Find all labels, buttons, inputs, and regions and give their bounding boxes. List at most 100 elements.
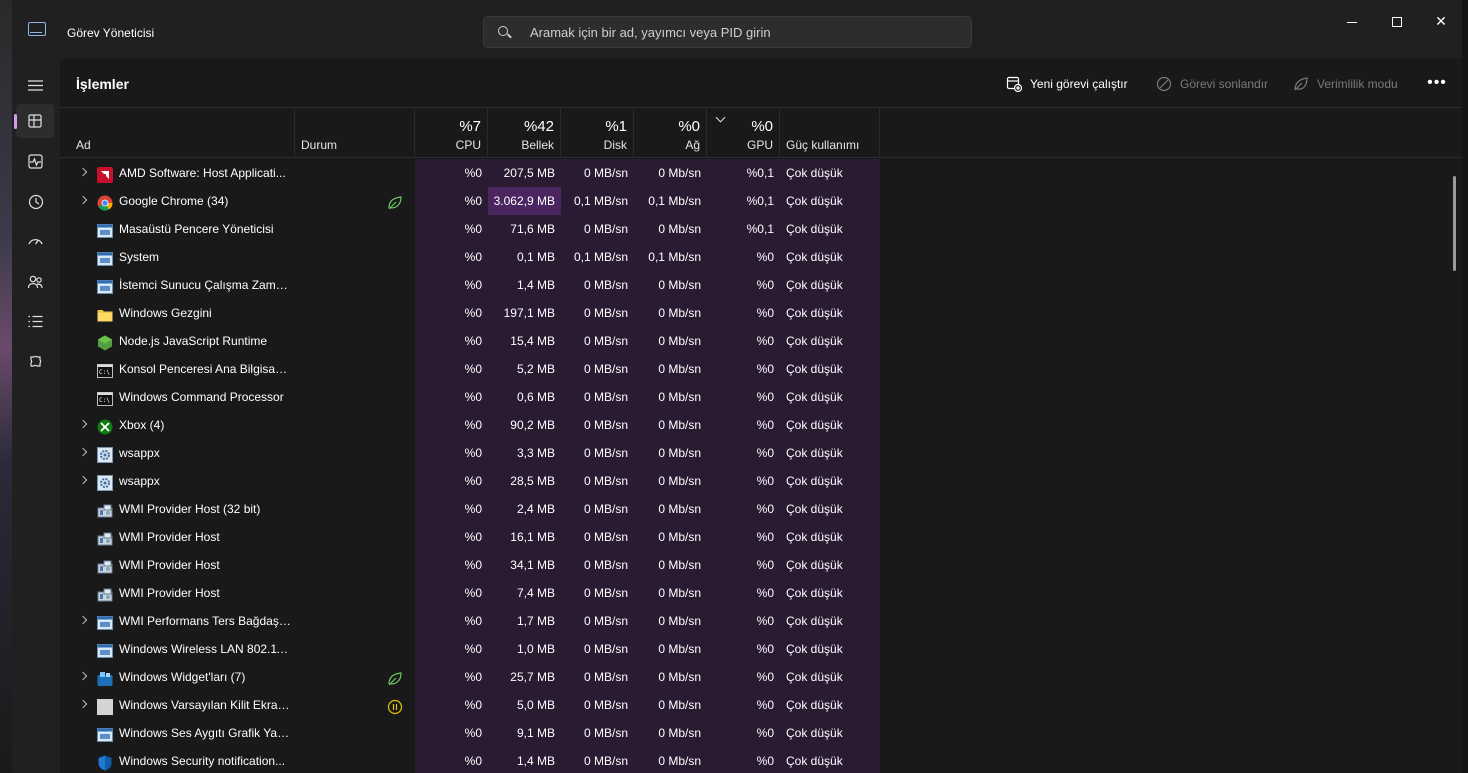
- process-name: Windows Wireless LAN 802.11 ...: [119, 642, 291, 656]
- close-icon: ✕: [1435, 13, 1447, 29]
- column-label-status: Durum: [301, 138, 338, 152]
- run-new-task-button[interactable]: Yeni görevi çalıştır: [1006, 74, 1128, 94]
- process-name: Windows Security notification...: [119, 754, 286, 768]
- chevron-right-icon[interactable]: [78, 195, 88, 205]
- table-row[interactable]: System %0 0,1 MB 0,1 MB/sn 0,1 Mb/sn %0 Çok dü…: [60, 243, 1462, 271]
- table-row[interactable]: Windows Security notification... %0 1,4 MB…: [60, 747, 1462, 773]
- power-usage-cell: Çok düşük: [780, 243, 880, 271]
- power-usage-cell: Çok düşük: [780, 187, 880, 215]
- column-header-disk[interactable]: %1 Disk: [561, 108, 634, 158]
- table-row[interactable]: wsappx %0 3,3 MB 0 MB/sn 0 Mb/sn %0 Çok düşük: [60, 439, 1462, 467]
- cpu-cell: %0: [415, 439, 488, 467]
- table-row[interactable]: Windows Widget'ları (7) %0 25,7 MB 0 MB/sn 0…: [60, 663, 1462, 691]
- end-task-button[interactable]: Görevi sonlandır: [1156, 74, 1268, 94]
- column-header-name[interactable]: Ad: [60, 108, 295, 158]
- sidebar-item-performance[interactable]: [16, 144, 54, 178]
- table-row[interactable]: wsappx %0 28,5 MB 0 MB/sn 0 Mb/sn %0 Çok düşük: [60, 467, 1462, 495]
- table-row[interactable]: C:\ Windows Command Processor %0 0,6 MB 0 MB…: [60, 383, 1462, 411]
- disk-cell: 0 MB/sn: [561, 607, 634, 635]
- sidebar-item-processes[interactable]: [14, 104, 54, 138]
- chevron-right-icon[interactable]: [78, 671, 88, 681]
- memory-cell: 9,1 MB: [488, 719, 561, 747]
- table-row[interactable]: WMI Performans Ters Bağdaştı... %0 1,7 MB 0…: [60, 607, 1462, 635]
- sidebar-item-startup[interactable]: [16, 224, 54, 258]
- network-cell: 0 Mb/sn: [634, 551, 707, 579]
- disk-cell: 0 MB/sn: [561, 551, 634, 579]
- maximize-button[interactable]: [1377, 8, 1417, 34]
- status-cell: [295, 159, 415, 187]
- chevron-right-icon[interactable]: [78, 419, 88, 429]
- gpu-cell: %0: [707, 635, 780, 663]
- table-row[interactable]: AMD Software: Host Applicati... %0 207,5 M…: [60, 159, 1462, 187]
- table-row[interactable]: Windows Varsayılan Kilit Ekran... %0 5,0 M…: [60, 691, 1462, 719]
- chevron-right-icon[interactable]: [78, 615, 88, 625]
- table-row[interactable]: WMI Provider Host %0 16,1 MB 0 MB/sn 0 Mb/sn…: [60, 523, 1462, 551]
- table-row[interactable]: WMI Provider Host %0 7,4 MB 0 MB/sn 0 Mb/sn%…: [60, 579, 1462, 607]
- gpu-cell: %0: [707, 747, 780, 773]
- search-box[interactable]: [483, 16, 972, 48]
- close-button[interactable]: ✕: [1421, 8, 1461, 34]
- sidebar-item-app-history[interactable]: [16, 184, 54, 218]
- table-row[interactable]: WMI Provider Host %0 34,1 MB 0 MB/sn 0 Mb/sn…: [60, 551, 1462, 579]
- search-icon: [498, 26, 508, 36]
- memory-cell: 15,4 MB: [488, 327, 561, 355]
- table-row[interactable]: Masaüstü Pencere Yöneticisi %0 71,6 MB 0 MB…: [60, 215, 1462, 243]
- window-icon: [97, 277, 113, 294]
- column-header-gpu[interactable]: %0 GPU: [707, 108, 780, 158]
- sort-descending-icon: [715, 112, 726, 123]
- vertical-scrollbar[interactable]: [1453, 176, 1456, 271]
- memory-cell: 1,4 MB: [488, 271, 561, 299]
- disk-cell: 0 MB/sn: [561, 355, 634, 383]
- column-header-power[interactable]: Güç kullanımı: [780, 108, 880, 158]
- page-title: İşlemler: [76, 76, 129, 92]
- table-row[interactable]: Windows Ses Aygıtı Grafik Yalı... %0 9,1 M…: [60, 719, 1462, 747]
- sidebar-item-details[interactable]: [16, 304, 54, 338]
- cpu-cell: %0: [415, 355, 488, 383]
- table-row[interactable]: Google Chrome (34) %0 3.062,9 MB 0,1 MB/sn 0…: [60, 187, 1462, 215]
- column-label-disk: Disk: [603, 138, 627, 152]
- toolbar: İşlemler Yeni görevi çalıştır Görevi son…: [60, 58, 1462, 108]
- widgets-icon: [97, 669, 113, 686]
- status-cell: [295, 747, 415, 773]
- sidebar-item-services[interactable]: [16, 344, 54, 378]
- sidebar-item-users[interactable]: [16, 264, 54, 298]
- chevron-right-icon[interactable]: [78, 699, 88, 709]
- chevron-right-icon[interactable]: [78, 447, 88, 457]
- status-cell: [295, 663, 415, 691]
- status-cell: [295, 271, 415, 299]
- hamburger-menu-button[interactable]: [16, 68, 54, 102]
- disk-cell: 0 MB/sn: [561, 635, 634, 663]
- memory-cell: 1,4 MB: [488, 747, 561, 773]
- column-header-status[interactable]: Durum: [295, 108, 415, 158]
- status-cell: [295, 215, 415, 243]
- table-row[interactable]: İstemci Sunucu Çalışma Zama... %0 1,4 MB 0 …: [60, 271, 1462, 299]
- table-row[interactable]: WMI Provider Host (32 bit) %0 2,4 MB 0 MB/s…: [60, 495, 1462, 523]
- power-usage-cell: Çok düşük: [780, 327, 880, 355]
- process-name-cell: Windows Widget'ları (7): [60, 663, 295, 691]
- column-header-cpu[interactable]: %7 CPU: [415, 108, 488, 158]
- process-name: Xbox (4): [119, 418, 165, 432]
- table-row[interactable]: C:\ Konsol Penceresi Ana Bilgisayarı %0 5,2…: [60, 355, 1462, 383]
- chevron-right-icon[interactable]: [78, 167, 88, 177]
- table-row[interactable]: Node.js JavaScript Runtime %0 15,4 MB 0 MB/…: [60, 327, 1462, 355]
- process-name-cell: Node.js JavaScript Runtime: [60, 327, 295, 355]
- table-row[interactable]: Windows Gezgini %0 197,1 MB 0 MB/sn 0 Mb/sn%…: [60, 299, 1462, 327]
- process-name-cell: Windows Gezgini: [60, 299, 295, 327]
- title-bar[interactable]: Görev Yöneticisi ✕: [12, 0, 1462, 64]
- column-header-network[interactable]: %0 Ağ: [634, 108, 707, 158]
- column-header-memory[interactable]: %42 Bellek: [488, 108, 561, 158]
- gpu-cell: %0: [707, 663, 780, 691]
- table-row[interactable]: Xbox (4) %0 90,2 MB 0 MB/sn 0 Mb/sn %0 Çok düş…: [60, 411, 1462, 439]
- search-input[interactable]: [530, 17, 960, 47]
- minimize-icon: [1347, 21, 1357, 23]
- chevron-right-icon[interactable]: [78, 475, 88, 485]
- table-body: AMD Software: Host Applicati... %0 207,5 M…: [60, 159, 1462, 773]
- minimize-button[interactable]: [1332, 8, 1372, 34]
- cpu-cell: %0: [415, 215, 488, 243]
- more-options-button[interactable]: •••: [1422, 74, 1452, 94]
- chrome-icon: [97, 193, 113, 211]
- power-usage-cell: Çok düşük: [780, 691, 880, 719]
- efficiency-mode-button[interactable]: Verimlilik modu: [1293, 74, 1398, 94]
- memory-cell: 0,1 MB: [488, 243, 561, 271]
- table-row[interactable]: Windows Wireless LAN 802.11 ... %0 1,0 MB 0…: [60, 635, 1462, 663]
